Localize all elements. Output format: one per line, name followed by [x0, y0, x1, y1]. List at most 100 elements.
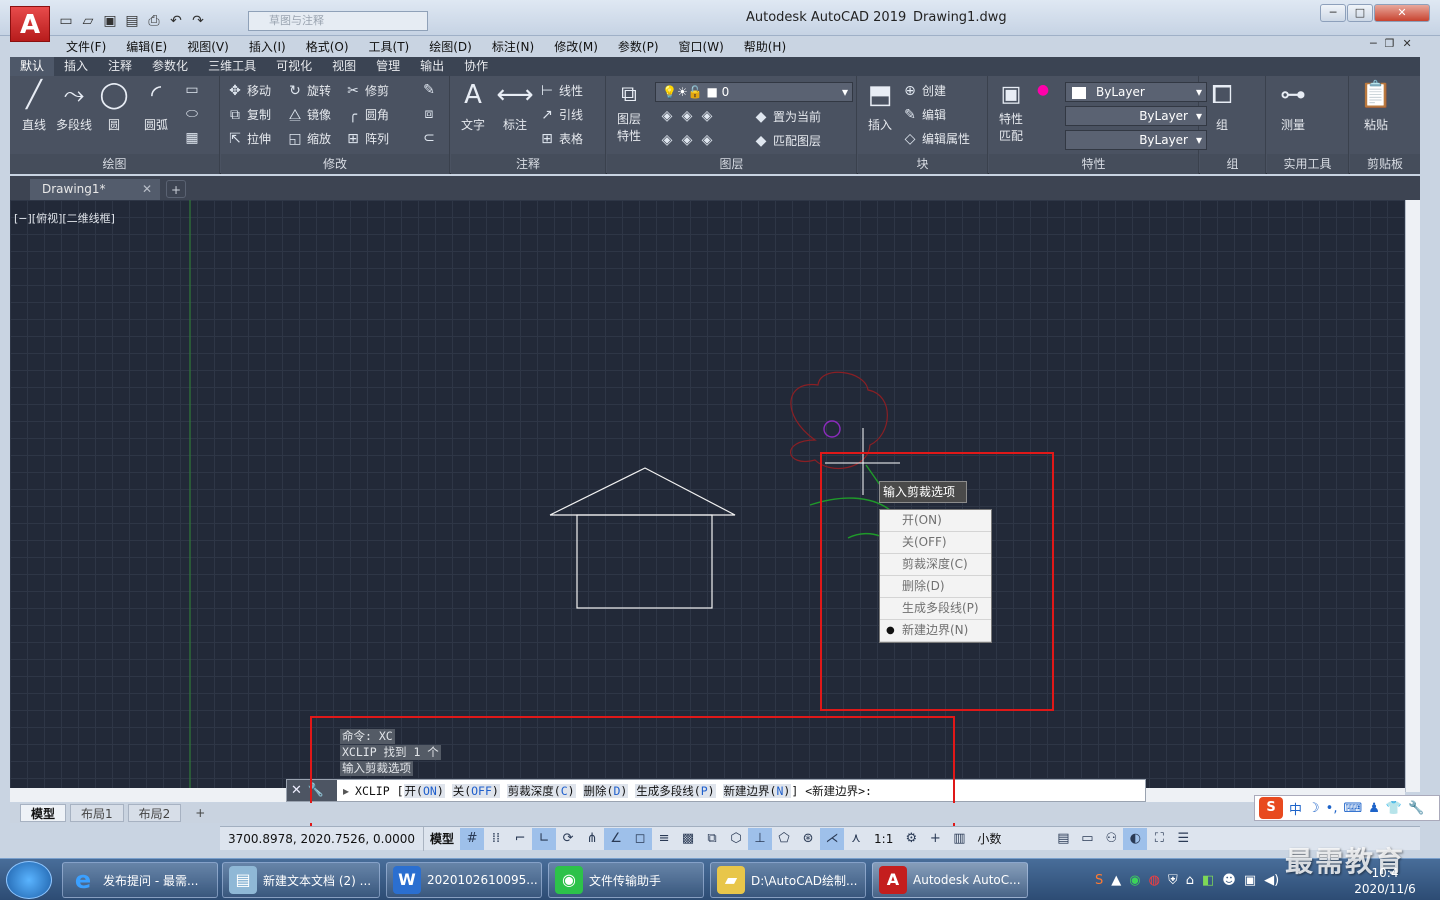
autocad-logo-button[interactable]: A — [10, 6, 50, 42]
punctuation-icon[interactable]: •, — [1326, 801, 1338, 816]
3d-osnap-icon[interactable]: ⬡ — [724, 828, 748, 850]
system-clock[interactable]: 10:4 2020/11/6 — [1350, 865, 1420, 897]
task-wechat[interactable]: ◉ 文件传输助手 — [548, 862, 704, 898]
start-button[interactable] — [6, 861, 52, 899]
erase-tool[interactable]: ✎ — [421, 82, 437, 98]
close-button[interactable]: ✕ — [1374, 4, 1430, 22]
groups-panel-title[interactable]: 组 — [1200, 154, 1265, 174]
rotate-tool[interactable]: ↻ 旋转 — [287, 82, 331, 99]
task-autocad[interactable]: A Autodesk AutoC... — [872, 862, 1028, 898]
tab-layout1[interactable]: 布局1 — [70, 804, 124, 822]
save-as-icon[interactable]: ▤ — [122, 11, 142, 31]
menu-item[interactable]: 工具(T) — [359, 38, 420, 55]
gizmo-icon[interactable]: ⊛ — [796, 828, 820, 850]
properties-panel-title[interactable]: 特性 — [989, 154, 1198, 174]
utilities-panel-title[interactable]: 实用工具 — [1267, 154, 1348, 174]
weibo-tray-icon[interactable]: ◍ — [1149, 873, 1160, 888]
shield-icon[interactable]: ⛨ — [1168, 873, 1178, 888]
selection-filter-icon[interactable]: ⬠ — [772, 828, 796, 850]
units-icon[interactable]: ▥ — [947, 828, 971, 850]
menu-item[interactable]: 编辑(E) — [116, 38, 177, 55]
new-file-icon[interactable]: ▭ — [56, 11, 76, 31]
match-properties-tool[interactable]: ▣ 特性 匹配 — [991, 80, 1031, 144]
color-wheel-icon[interactable]: ● — [1035, 82, 1051, 98]
explode-tool[interactable]: ⊂ — [421, 130, 437, 146]
block-panel-title[interactable]: 块 — [858, 154, 987, 174]
ellipse-tool[interactable]: ⬭ — [184, 106, 200, 122]
stretch-tool[interactable]: ⇱ 拉伸 — [227, 130, 271, 147]
doc-close-icon[interactable]: ✕ — [1403, 37, 1412, 50]
qq-icon[interactable]: ☻ — [1222, 873, 1236, 888]
network-drive-icon[interactable]: ⌂ — [1186, 873, 1194, 888]
mirror-tool[interactable]: ⧋ 镜像 — [287, 106, 331, 123]
menu-item[interactable]: 绘图(D) — [419, 38, 482, 55]
layers-panel-title[interactable]: 图层 — [607, 154, 856, 174]
add-layout-button[interactable]: + — [185, 804, 215, 822]
modify-panel-title[interactable]: 修改 — [221, 154, 449, 174]
print-icon[interactable]: ⎙ — [144, 11, 164, 31]
ribbon-tab[interactable]: 默认 — [10, 57, 55, 76]
layer-dropdown[interactable]: 💡☀🔓 ■ 0 ▾ — [655, 82, 853, 102]
snap-icon[interactable]: ⁞⁞ — [484, 828, 508, 850]
copy-tool[interactable]: ⧉ 复制 — [227, 106, 271, 123]
undo-icon[interactable]: ↶ — [166, 11, 186, 31]
keyboard-icon[interactable]: ⌨ — [1343, 801, 1362, 816]
auto-scale-icon[interactable]: ⋏ — [844, 828, 868, 850]
menu-item[interactable]: 视图(V) — [177, 38, 239, 55]
annotation-visibility-icon[interactable]: ⋌ — [820, 827, 845, 850]
gear-icon[interactable]: ⚙ — [899, 828, 923, 850]
ribbon-tab[interactable]: 注释 — [98, 57, 142, 76]
sogou-tray-icon[interactable]: S — [1095, 873, 1103, 888]
offset-tool[interactable]: ⧈ — [421, 106, 437, 122]
file-tab-drawing1[interactable]: Drawing1* ✕ — [30, 179, 160, 200]
shirt-icon[interactable]: 👕 — [1386, 801, 1402, 816]
array-tool[interactable]: ⊞ 阵列 — [345, 130, 389, 147]
units-select[interactable]: 小数 — [971, 830, 1051, 847]
polyline-tool[interactable]: ⤳ 多段线 — [54, 78, 94, 133]
restore-button[interactable]: □ — [1347, 4, 1373, 22]
measure-tool[interactable]: ⊶ 测量 — [1273, 78, 1313, 133]
linear-dim-tool[interactable]: ⊢ 线性 — [539, 82, 583, 99]
lock-ui-icon[interactable]: ▭ — [1075, 828, 1099, 850]
ime-mode[interactable]: 中 — [1289, 799, 1302, 818]
fillet-tool[interactable]: ╭ 圆角 — [345, 106, 389, 123]
minimize-button[interactable]: ─ — [1320, 4, 1346, 22]
move-tool[interactable]: ✥ 移动 — [227, 82, 271, 99]
layer-tools-row2[interactable]: ◈ ◈ ◈ — [659, 132, 715, 148]
layer-tools-row1[interactable]: ◈ ◈ ◈ — [659, 108, 715, 124]
ribbon-tab[interactable]: 参数化 — [142, 57, 198, 76]
menu-item[interactable]: 窗口(W) — [669, 38, 734, 55]
ribbon-tab[interactable]: 可视化 — [266, 57, 322, 76]
isodraft-icon[interactable]: ⋔ — [580, 828, 604, 850]
nvidia-icon[interactable]: ◧ — [1202, 873, 1214, 888]
doc-minimize-icon[interactable]: ─ — [1370, 37, 1377, 50]
open-file-icon[interactable]: ▱ — [78, 11, 98, 31]
ribbon-tab[interactable]: 视图 — [322, 57, 366, 76]
edit-attributes-tool[interactable]: ◇ 编辑属性 — [902, 130, 970, 147]
workspace-select[interactable]: 草图与注释 — [248, 11, 428, 31]
draw-panel-title[interactable]: 绘图 — [10, 154, 219, 174]
transparency-icon[interactable]: ▩ — [676, 828, 700, 850]
close-icon[interactable]: ✕ — [291, 783, 302, 798]
vertical-scrollbar[interactable] — [1405, 200, 1420, 792]
osnap-icon[interactable]: ◻ — [628, 827, 653, 850]
moon-icon[interactable]: ☽ — [1308, 801, 1320, 816]
quick-properties-icon[interactable]: ▤ — [1051, 828, 1075, 850]
menu-item[interactable]: 插入(I) — [239, 38, 296, 55]
text-tool[interactable]: A 文字 — [453, 78, 493, 133]
lineweight-icon[interactable]: ≡ — [652, 828, 676, 850]
tab-model[interactable]: 模型 — [20, 804, 67, 822]
redo-icon[interactable]: ↷ — [188, 11, 208, 31]
task-ie[interactable]: e 发布提问 - 最需... — [62, 862, 218, 898]
task-explorer[interactable]: ▰ D:\AutoCAD绘制... — [710, 862, 866, 898]
tab-layout2[interactable]: 布局2 — [127, 804, 182, 822]
annotation-panel-title[interactable]: 注释 — [451, 154, 605, 174]
arc-tool[interactable]: ◜ 圆弧 — [136, 78, 176, 133]
set-current-tool[interactable]: ◆ 置为当前 — [753, 108, 821, 125]
network-icon[interactable]: ▣ — [1244, 873, 1256, 888]
circle-tool[interactable]: ◯ 圆 — [94, 78, 134, 133]
scale-tool[interactable]: ◱ 缩放 — [287, 130, 331, 147]
model-space-toggle[interactable]: 模型 — [424, 830, 460, 847]
group-tool[interactable]: ⧠ 组 — [1202, 78, 1242, 133]
polar-icon[interactable]: ⟳ — [556, 828, 580, 850]
